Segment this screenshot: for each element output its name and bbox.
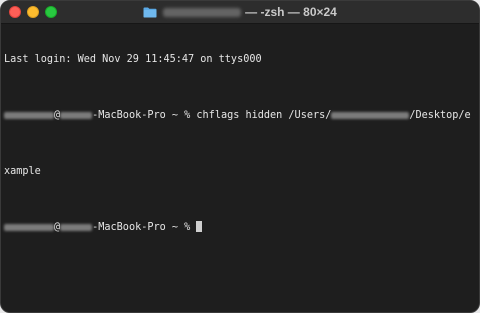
redacted-username: [4, 111, 54, 119]
current-prompt-line: @ -MacBook-Pro ~ %: [4, 221, 476, 235]
terminal-content[interactable]: Last login: Wed Nov 29 11:45:47 on ttys0…: [4, 25, 476, 312]
terminal-window: — -zsh — 80×24 Last login: Wed Nov 29 11…: [0, 0, 480, 313]
text-cursor: [196, 221, 203, 232]
redacted-path-user: [331, 111, 410, 119]
prompt-host: -MacBook-Pro ~ %: [92, 222, 197, 233]
redacted-computer-name: [60, 111, 93, 119]
title-bar[interactable]: — -zsh — 80×24: [1, 1, 479, 24]
command-line: @ -MacBook-Pro ~ % chflags hidden /Users/…: [4, 109, 476, 123]
wrapped-text: xample: [4, 166, 41, 177]
command-path: /Desktop/e: [409, 110, 471, 121]
redacted-username: [4, 223, 54, 231]
window-title-suffix: — -zsh — 80×24: [245, 5, 337, 19]
redacted-folder-name: [163, 7, 242, 17]
command-text: chflags hidden /Users/: [196, 110, 332, 121]
last-login-text: Last login: Wed Nov 29 11:45:47 on ttys0…: [4, 54, 262, 65]
window-title: — -zsh — 80×24: [1, 1, 479, 23]
folder-icon: [143, 7, 157, 18]
last-login-line: Last login: Wed Nov 29 11:45:47 on ttys0…: [4, 53, 476, 67]
redacted-computer-name: [60, 223, 93, 231]
prompt-host: -MacBook-Pro ~ %: [92, 110, 197, 121]
wrapped-command-line: xample: [4, 165, 476, 179]
